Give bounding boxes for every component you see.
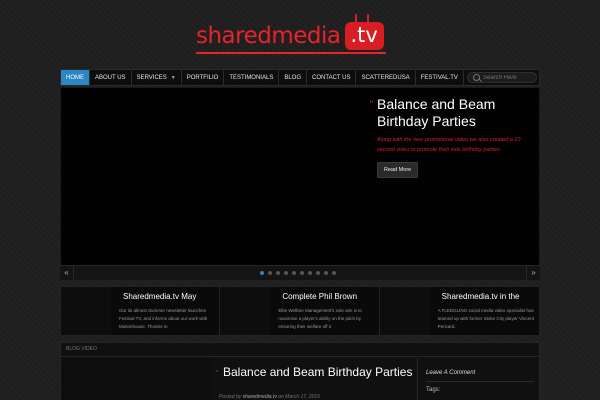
post-title[interactable]: “Sharedmedia.tv May — [123, 292, 219, 301]
chevron-down-icon: ▼ — [170, 74, 176, 81]
search-input[interactable] — [483, 74, 535, 81]
search-box[interactable] — [467, 72, 537, 83]
nav-item-home[interactable]: HOME — [61, 70, 90, 85]
nav-item-contact[interactable]: CONTACT US — [307, 70, 357, 85]
featured-post[interactable]: “Sharedmedia.tv in the A FLEDGLING socia… — [379, 287, 539, 335]
post-date: March 17, 2015 — [285, 394, 320, 400]
slider-pagination — [260, 271, 336, 275]
logo-text: sharedmedia — [196, 23, 341, 49]
logo-suffix: .tv — [350, 23, 378, 47]
featured-post[interactable]: “Sharedmedia.tv May Our its almost Summe… — [61, 287, 221, 335]
logo-underline — [196, 52, 386, 54]
search-icon[interactable] — [473, 74, 480, 81]
read-more-button[interactable]: Read More — [377, 162, 419, 178]
nav-item-portfolio[interactable]: PORTFILIO — [182, 70, 225, 85]
nav-item-about[interactable]: ABOUT US — [90, 70, 132, 85]
tags-label: Tags: — [426, 387, 441, 393]
post-sidebar: Leave A Comment Tags: — [417, 358, 541, 400]
post-thumbnail[interactable] — [220, 287, 271, 335]
nav-label: PORTFILIO — [186, 74, 219, 81]
post-title-text: Sharedmedia.tv May — [123, 292, 197, 301]
slider-dot[interactable] — [268, 271, 272, 275]
quote-icon: “ — [369, 100, 374, 110]
slider-dot[interactable] — [324, 271, 328, 275]
slide-title[interactable]: Balance and Beam Birthday Parties — [377, 96, 537, 130]
slide-caption: “ Balance and Beam Birthday Parties Alon… — [369, 96, 537, 178]
nav-label: TESTIMONIALS — [229, 74, 274, 81]
main-nav: HOME ABOUT US SERVICES ▼ PORTFILIO TESTIM… — [60, 69, 540, 86]
nav-label: HOME — [66, 74, 84, 81]
nav-label: BLOG — [284, 74, 302, 81]
leave-comment-link[interactable]: Leave A Comment — [426, 370, 475, 376]
nav-label: SERVICES — [136, 74, 167, 81]
featured-post[interactable]: “Complete Phil Brown Elite Welfare Manag… — [220, 287, 380, 335]
slider-dot[interactable] — [260, 271, 264, 275]
slider-dot[interactable] — [316, 271, 320, 275]
post-excerpt: Our its almost Summer newsletter launche… — [119, 308, 208, 329]
slide-description: Along with the new promotional video we … — [377, 137, 521, 153]
slider-dot[interactable] — [284, 271, 288, 275]
featured-posts: “Sharedmedia.tv May Our its almost Summe… — [60, 286, 540, 336]
slider-dot[interactable] — [300, 271, 304, 275]
section-heading: BLOG VIDEO — [61, 343, 539, 357]
post-thumbnail[interactable] — [379, 287, 430, 335]
post-title[interactable]: “Complete Phil Brown — [282, 292, 378, 301]
nav-item-festival-tv[interactable]: FESTIVAL.TV — [416, 70, 464, 85]
slider-dot[interactable] — [308, 271, 312, 275]
nav-item-scatteredusa[interactable]: SCATTEREDUSA — [356, 70, 416, 85]
post-excerpt: Elite Welfare Management's sole aim is t… — [278, 308, 362, 329]
divider — [426, 381, 534, 382]
post-meta: Posted by sharedmedia.tv on March 17, 20… — [219, 394, 320, 400]
post-thumbnail[interactable] — [61, 287, 111, 335]
logo-tv-badge: .tv — [344, 14, 384, 50]
nav-label: CONTACT US — [312, 74, 351, 81]
meta-prefix: Posted by — [219, 394, 242, 400]
slider-controls: « » — [60, 265, 540, 280]
post-excerpt: A FLEDGLING social media video specialis… — [437, 308, 534, 329]
nav-item-testimonials[interactable]: TESTIMONIALS — [224, 70, 280, 85]
post-author-link[interactable]: sharedmedia.tv — [243, 394, 277, 400]
blog-post-title-text: Balance and Beam Birthday Parties — [223, 365, 413, 379]
nav-label: ABOUT US — [95, 74, 126, 81]
slider-dot[interactable] — [276, 271, 280, 275]
nav-label: FESTIVAL.TV — [420, 74, 458, 81]
quote-icon: “ — [216, 370, 219, 377]
post-title-text: Complete Phil Brown — [282, 292, 358, 301]
post-title-text: Sharedmedia.tv in the — [441, 292, 520, 301]
tv-antenna-icon — [354, 14, 369, 22]
post-title[interactable]: “Sharedmedia.tv in the — [442, 292, 538, 301]
video-thumbnail[interactable] — [61, 358, 211, 400]
blog-post-title[interactable]: “ Balance and Beam Birthday Parties — [216, 365, 413, 379]
featured-slider: “ Balance and Beam Birthday Parties Alon… — [60, 87, 540, 280]
nav-item-services[interactable]: SERVICES ▼ — [132, 70, 182, 85]
blog-video-section: BLOG VIDEO “ Balance and Beam Birthday Pa… — [60, 342, 540, 400]
site-logo[interactable]: sharedmedia .tv — [196, 14, 384, 51]
slider-next-button[interactable]: » — [526, 266, 540, 280]
slider-dot[interactable] — [332, 271, 336, 275]
meta-on: on — [278, 394, 284, 400]
slider-prev-button[interactable]: « — [60, 266, 74, 280]
slider-dot[interactable] — [292, 271, 296, 275]
nav-item-blog[interactable]: BLOG — [279, 70, 308, 85]
nav-label: SCATTEREDUSA — [361, 74, 410, 81]
